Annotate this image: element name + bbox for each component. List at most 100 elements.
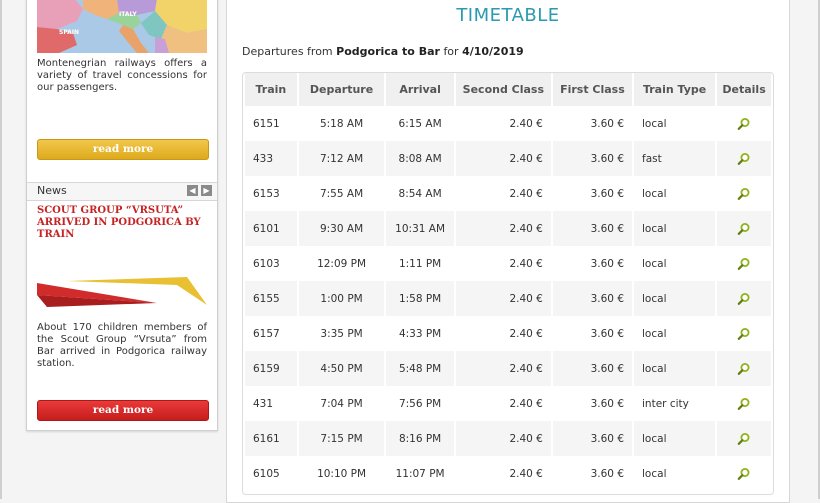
cell-arrival: 1:11 PM (386, 246, 454, 281)
magnifier-icon[interactable] (737, 257, 751, 271)
header-second-class[interactable]: Second Class (455, 73, 551, 106)
magnifier-icon[interactable] (737, 467, 751, 481)
table-row: 6101 9:30 AM 10:31 AM 2.40 €3.60 € local (245, 211, 771, 246)
cell-train: 6151 (245, 106, 297, 141)
cell-arrival: 8:16 PM (386, 421, 454, 456)
cell-train-type: fast (634, 141, 716, 176)
magnifier-icon[interactable] (737, 432, 751, 446)
arrow-left-icon[interactable]: ◀ (187, 185, 198, 196)
cell-departure: 7:55 AM (298, 176, 385, 211)
cell-second-class: 2.40 € (455, 246, 551, 281)
table-row: 6159 4:50 PM 5:48 PM 2.40 €3.60 € local (245, 351, 771, 386)
magnifier-icon[interactable] (737, 117, 751, 131)
magnifier-icon[interactable] (737, 397, 751, 411)
magnifier-icon[interactable] (737, 362, 751, 376)
cell-departure: 4:50 PM (298, 351, 385, 386)
cell-train: 6153 (245, 176, 297, 211)
cell-train: 433 (245, 141, 297, 176)
cell-first-class: 3.60 € (552, 246, 633, 281)
read-more-button-news[interactable]: read more (37, 400, 209, 421)
cell-departure: 7:04 PM (298, 386, 385, 421)
subtitle-prefix: Departures from (242, 45, 333, 58)
cell-arrival: 8:54 AM (386, 176, 454, 211)
header-arrival[interactable]: Arrival (386, 73, 454, 106)
cell-arrival: 10:31 AM (386, 211, 454, 246)
cell-details (717, 211, 771, 246)
cell-second-class: 2.40 € (455, 141, 551, 176)
cell-details (717, 421, 771, 456)
europe-map-image[interactable]: ITALY SPAIN (37, 0, 207, 53)
magnifier-icon[interactable] (737, 152, 751, 166)
table-header-row: Train Departure Arrival Second Class Fir… (245, 73, 771, 106)
news-header: News ◀ ▶ (27, 182, 217, 201)
cell-arrival: 4:33 PM (386, 316, 454, 351)
cell-details (717, 246, 771, 281)
news-image[interactable] (37, 275, 207, 315)
cell-second-class: 2.40 € (455, 281, 551, 316)
cell-arrival: 7:56 PM (386, 386, 454, 421)
cell-second-class: 2.40 € (455, 456, 551, 491)
cell-arrival: 8:08 AM (386, 141, 454, 176)
cell-departure: 12:09 PM (298, 246, 385, 281)
timetable-table: Train Departure Arrival Second Class Fir… (243, 73, 773, 491)
magnifier-icon[interactable] (737, 292, 751, 306)
header-departure[interactable]: Departure (298, 73, 385, 106)
news-summary: About 170 children members of the Scout … (37, 322, 207, 369)
cell-train-type: local (634, 176, 716, 211)
cell-train-type: local (634, 316, 716, 351)
map-label-spain: SPAIN (59, 29, 80, 36)
cell-details (717, 281, 771, 316)
magnifier-icon[interactable] (737, 222, 751, 236)
cell-details (717, 456, 771, 491)
timetable-table-container: Train Departure Arrival Second Class Fir… (242, 72, 774, 495)
table-row: 6105 10:10 PM 11:07 PM 2.40 €3.60 € local (245, 456, 771, 491)
read-more-button-promo[interactable]: read more (37, 139, 209, 160)
header-first-class[interactable]: First Class (552, 73, 633, 106)
header-train[interactable]: Train (245, 73, 297, 106)
promo-text: Montenegrian railways offers a variety o… (37, 58, 207, 93)
timetable-panel: TIMETABLE Departures from Podgorica to B… (226, 0, 790, 503)
cell-arrival: 11:07 PM (386, 456, 454, 491)
cell-details (717, 106, 771, 141)
cell-departure: 10:10 PM (298, 456, 385, 491)
header-train-type[interactable]: Train Type (634, 73, 716, 106)
cell-departure: 9:30 AM (298, 211, 385, 246)
table-row: 6161 7:15 PM 8:16 PM 2.40 €3.60 € local (245, 421, 771, 456)
route-label: Podgorica to Bar (336, 45, 440, 58)
header-details: Details (717, 73, 771, 106)
cell-details (717, 176, 771, 211)
cell-train-type: inter city (634, 386, 716, 421)
map-label-italy: ITALY (119, 11, 137, 18)
sidebar: ITALY SPAIN Montenegrian railways offers… (26, 0, 218, 431)
cell-train-type: local (634, 421, 716, 456)
cell-second-class: 2.40 € (455, 211, 551, 246)
cell-first-class: 3.60 € (552, 176, 633, 211)
cell-first-class: 3.60 € (552, 456, 633, 491)
cell-train: 6157 (245, 316, 297, 351)
cell-first-class: 3.60 € (552, 316, 633, 351)
table-row: 6155 1:00 PM 1:58 PM 2.40 €3.60 € local (245, 281, 771, 316)
cell-details (717, 141, 771, 176)
cell-first-class: 3.60 € (552, 211, 633, 246)
cell-details (717, 351, 771, 386)
magnifier-icon[interactable] (737, 187, 751, 201)
cell-details (717, 386, 771, 421)
cell-first-class: 3.60 € (552, 281, 633, 316)
window-edge-left (0, 0, 2, 499)
cell-train: 6103 (245, 246, 297, 281)
cell-arrival: 1:58 PM (386, 281, 454, 316)
news-title-link[interactable]: SCOUT GROUP “VRSUTA” ARRIVED IN PODGORIC… (37, 205, 207, 241)
cell-train-type: local (634, 106, 716, 141)
cell-train-type: local (634, 456, 716, 491)
arrow-right-icon[interactable]: ▶ (201, 185, 212, 196)
table-row: 6157 3:35 PM 4:33 PM 2.40 €3.60 € local (245, 316, 771, 351)
timetable-subtitle: Departures from Podgorica to Bar for 4/1… (242, 45, 524, 58)
cell-departure: 1:00 PM (298, 281, 385, 316)
cell-first-class: 3.60 € (552, 141, 633, 176)
cell-arrival: 6:15 AM (386, 106, 454, 141)
cell-second-class: 2.40 € (455, 176, 551, 211)
subtitle-for: for (443, 45, 459, 58)
magnifier-icon[interactable] (737, 327, 751, 341)
cell-second-class: 2.40 € (455, 316, 551, 351)
table-row: 6151 5:18 AM 6:15 AM 2.40 €3.60 € local (245, 106, 771, 141)
